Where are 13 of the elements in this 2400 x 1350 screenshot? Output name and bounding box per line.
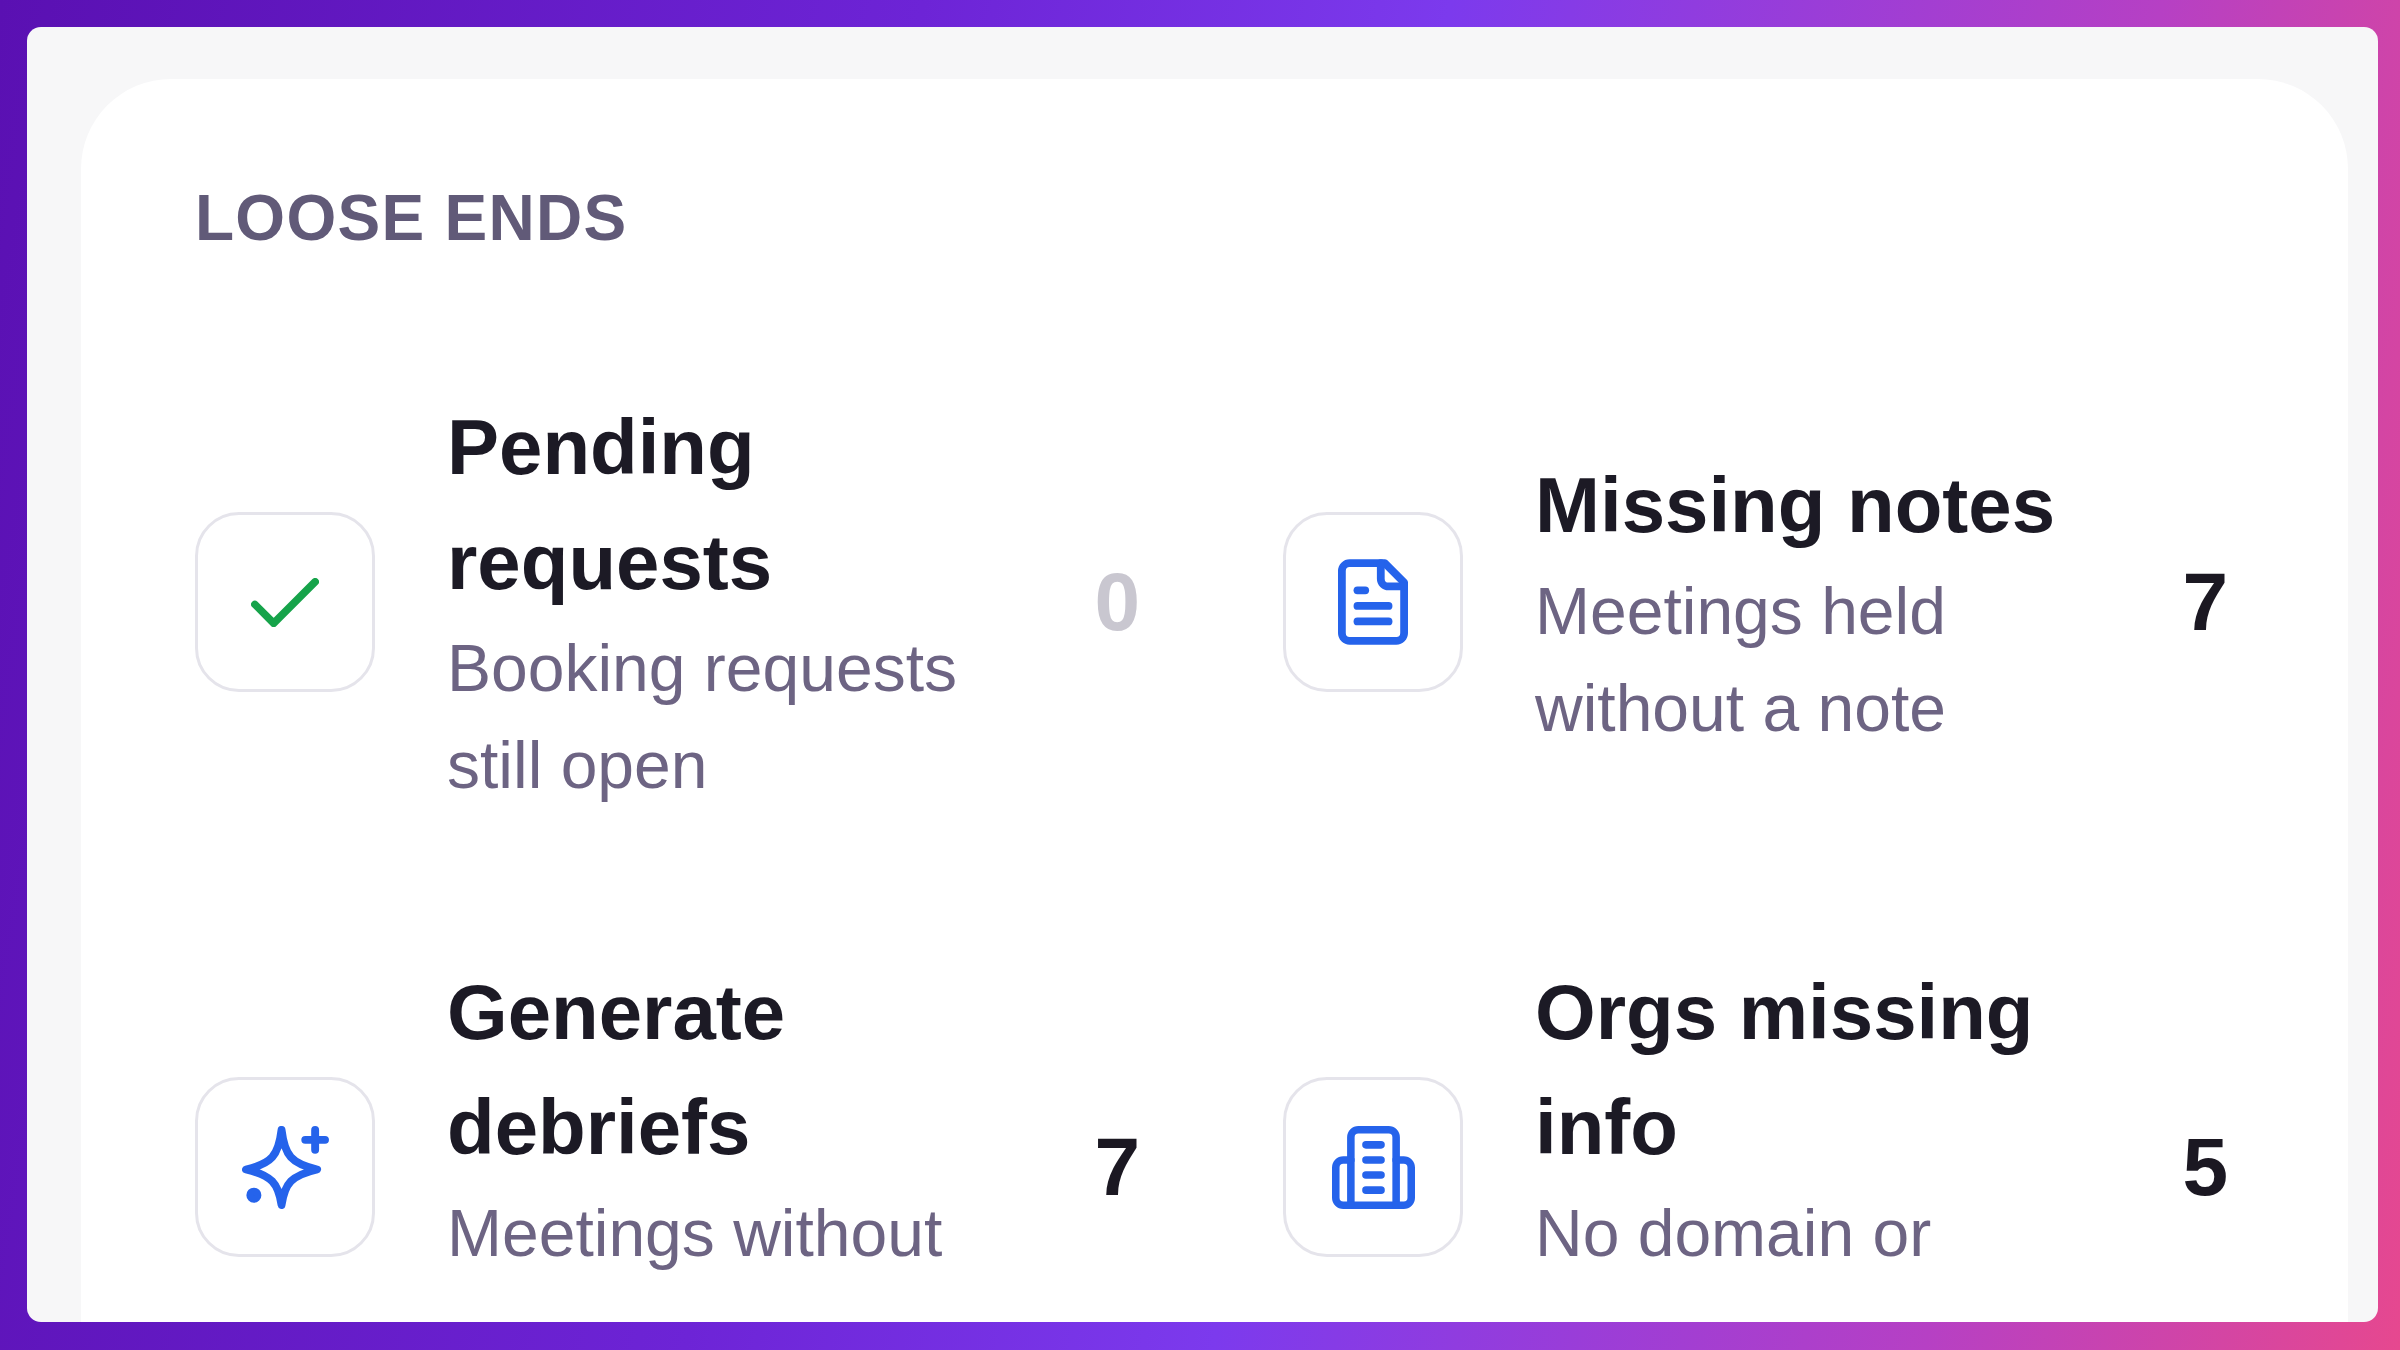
- section-title: LOOSE ENDS: [195, 181, 628, 256]
- item-description: No domain or: [1535, 1195, 1933, 1272]
- item-title: Missing notes: [1535, 459, 2057, 551]
- item-description: Meetings held without a note: [1535, 572, 1947, 747]
- item-description: Booking requests still open: [447, 630, 958, 804]
- item-description: Meetings without: [447, 1195, 944, 1272]
- item-count: 7: [1094, 1120, 1140, 1214]
- item-title: Generate debriefs: [447, 967, 787, 1173]
- item-title: Orgs missing info: [1535, 967, 2035, 1173]
- item-count: 5: [2182, 1120, 2228, 1214]
- item-title: Pending requests: [447, 402, 774, 608]
- item-count: 0: [1094, 555, 1140, 649]
- item-count: 7: [2182, 555, 2228, 649]
